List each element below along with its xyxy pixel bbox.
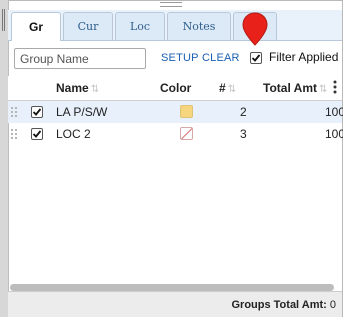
- row-checkbox[interactable]: [31, 106, 43, 118]
- tab-notes[interactable]: Notes: [167, 12, 231, 40]
- drag-handle-icon[interactable]: [11, 129, 17, 139]
- kebab-menu-icon[interactable]: [333, 80, 337, 97]
- tab-groups[interactable]: Gr: [11, 12, 61, 41]
- row-count: 2: [240, 105, 247, 119]
- tab-label: Loc: [129, 20, 151, 33]
- groups-total-label: Groups Total Amt:: [231, 299, 327, 311]
- checkmark-icon: [32, 108, 42, 116]
- grid-header: Name ⇅ Color # ⇅ Total Amt ⇅: [8, 76, 342, 101]
- groups-total-value: 0: [329, 299, 336, 311]
- no-color-swatch[interactable]: [180, 127, 193, 140]
- tab-location[interactable]: Loc: [115, 12, 165, 40]
- table-row[interactable]: LA P/S/W 2 100: [8, 101, 343, 123]
- color-swatch[interactable]: [180, 105, 193, 118]
- column-header-total-amt[interactable]: Total Amt ⇅: [263, 81, 327, 95]
- map-pin-icon[interactable]: [242, 12, 268, 46]
- grip-icon: [2, 9, 5, 31]
- horizontal-scrollbar[interactable]: [10, 284, 334, 291]
- filter-applied-label: Filter Applied: [269, 50, 339, 64]
- row-checkbox[interactable]: [31, 128, 43, 140]
- footer-bar: Groups Total Amt: 0: [8, 291, 342, 317]
- tab-label: Cur: [77, 20, 99, 33]
- tab-label: Notes: [182, 20, 216, 33]
- groups-total-amt: Groups Total Amt: 0: [231, 299, 336, 311]
- filter-applied-checkbox[interactable]: [250, 52, 262, 64]
- clear-button[interactable]: CLEAR: [202, 52, 240, 64]
- row-total-amt: 100: [325, 127, 343, 141]
- row-count: 3: [240, 127, 247, 141]
- column-header-count[interactable]: # ⇅: [219, 81, 236, 95]
- panel-drag-handle[interactable]: [160, 2, 182, 7]
- tab-currency[interactable]: Cur: [63, 12, 113, 40]
- sort-icon: ⇅: [90, 84, 100, 95]
- column-label: Name: [56, 81, 89, 95]
- column-header-name[interactable]: Name ⇅: [56, 81, 99, 95]
- checkmark-icon: [32, 130, 42, 138]
- tab-label: Gr: [28, 20, 43, 34]
- drag-handle-icon[interactable]: [11, 107, 17, 117]
- row-name: LOC 2: [56, 127, 91, 141]
- table-row[interactable]: LOC 2 3 100: [8, 123, 343, 145]
- row-total-amt: 100: [325, 105, 343, 119]
- toolbar: SETUP CLEAR Filter Applied: [14, 48, 340, 70]
- sort-icon: ⇅: [227, 84, 237, 95]
- column-header-color[interactable]: Color: [160, 81, 191, 95]
- setup-button[interactable]: SETUP: [161, 52, 199, 64]
- sort-icon: ⇅: [319, 84, 328, 95]
- row-name: LA P/S/W: [56, 105, 108, 119]
- column-label: #: [219, 81, 226, 95]
- checkmark-icon: [251, 54, 261, 62]
- splitter-handle[interactable]: [0, 0, 9, 317]
- column-label: Total Amt: [263, 81, 317, 95]
- tab-bar: Gr Cur Loc Notes: [8, 10, 342, 41]
- column-label: Color: [160, 81, 192, 95]
- group-name-input[interactable]: [14, 48, 146, 69]
